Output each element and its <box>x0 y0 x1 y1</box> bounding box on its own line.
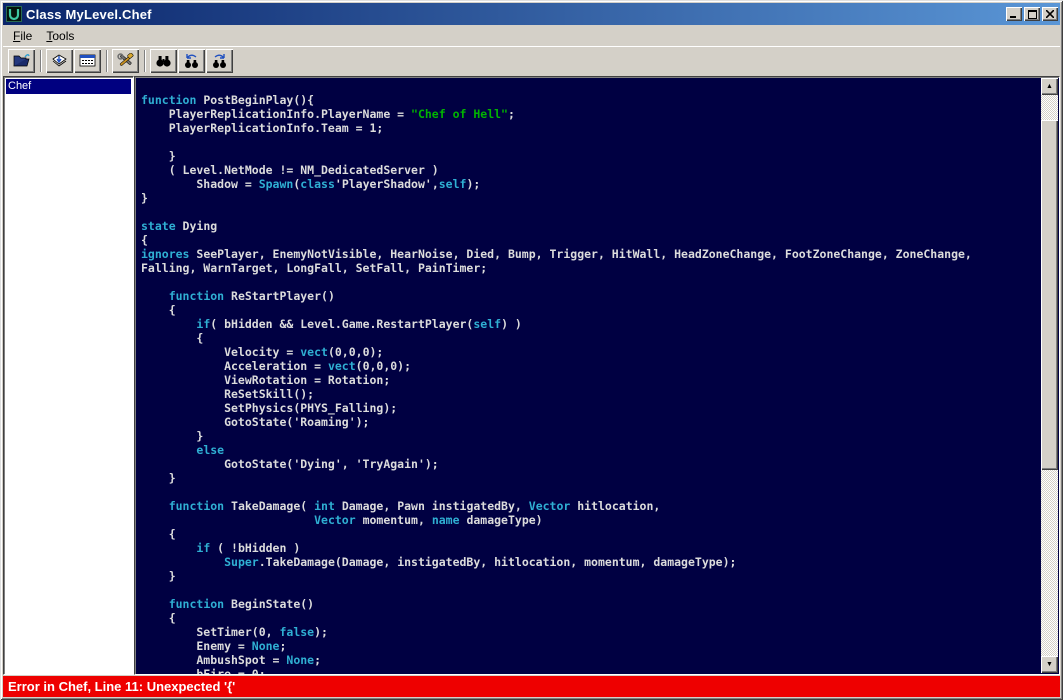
error-message: Error in Chef, Line 11: Unexpected '{' <box>8 679 236 694</box>
toolbar-separator <box>106 49 108 72</box>
toolbar-separator <box>40 49 42 72</box>
script-editor-window: Class MyLevel.Chef File Tools Chef funct… <box>0 0 1063 700</box>
find-button[interactable] <box>150 48 177 73</box>
binoculars-icon <box>156 55 171 67</box>
scroll-down-icon: ▼ <box>1046 661 1053 668</box>
tools-button[interactable] <box>112 48 139 73</box>
compile-changed-button[interactable] <box>46 48 73 73</box>
minimize-button[interactable] <box>1006 7 1022 21</box>
find-next-button[interactable] <box>206 48 233 73</box>
close-button[interactable] <box>1042 7 1058 21</box>
main-area: Chef function PostBeginPlay(){ PlayerRep… <box>3 74 1060 675</box>
binoculars-back-icon <box>185 53 198 68</box>
toolbar-separator <box>144 49 146 72</box>
code-editor[interactable]: function PostBeginPlay(){ PlayerReplicat… <box>134 76 1060 675</box>
open-button[interactable] <box>8 48 35 73</box>
status-bar: Error in Chef, Line 11: Unexpected '{' <box>3 676 1060 697</box>
maximize-button[interactable] <box>1024 7 1040 21</box>
class-list-item-chef[interactable]: Chef <box>6 79 131 94</box>
scrollbar-thumb[interactable] <box>1041 120 1058 470</box>
compile-all-icon <box>79 54 96 67</box>
window-title: Class MyLevel.Chef <box>26 6 152 22</box>
scroll-up-icon: ▲ <box>1046 83 1053 90</box>
window-controls <box>1004 7 1058 21</box>
class-list[interactable]: Chef <box>3 76 134 675</box>
tools-icon <box>117 52 134 66</box>
vertical-scrollbar: ▲ ▼ <box>1041 78 1058 673</box>
scroll-up-button[interactable]: ▲ <box>1041 78 1058 95</box>
binoculars-next-icon <box>213 53 226 68</box>
minimize-icon <box>1010 15 1016 18</box>
scroll-down-button[interactable]: ▼ <box>1041 656 1058 673</box>
compile-all-button[interactable] <box>74 48 101 73</box>
close-icon <box>1046 10 1054 18</box>
unreal-icon <box>6 6 22 22</box>
menu-bar: File Tools <box>3 25 1060 46</box>
find-previous-button[interactable] <box>178 48 205 73</box>
menu-item-file[interactable]: File <box>6 27 39 45</box>
folder-open-icon <box>13 54 30 67</box>
menu-item-tools[interactable]: Tools <box>39 27 81 45</box>
scrollbar-track[interactable] <box>1041 95 1058 656</box>
code-lines[interactable]: function PostBeginPlay(){ PlayerReplicat… <box>137 77 1040 674</box>
compile-changed-icon <box>52 54 67 67</box>
toolbar <box>3 46 1060 74</box>
maximize-icon <box>1027 9 1037 19</box>
title-bar[interactable]: Class MyLevel.Chef <box>3 3 1060 25</box>
